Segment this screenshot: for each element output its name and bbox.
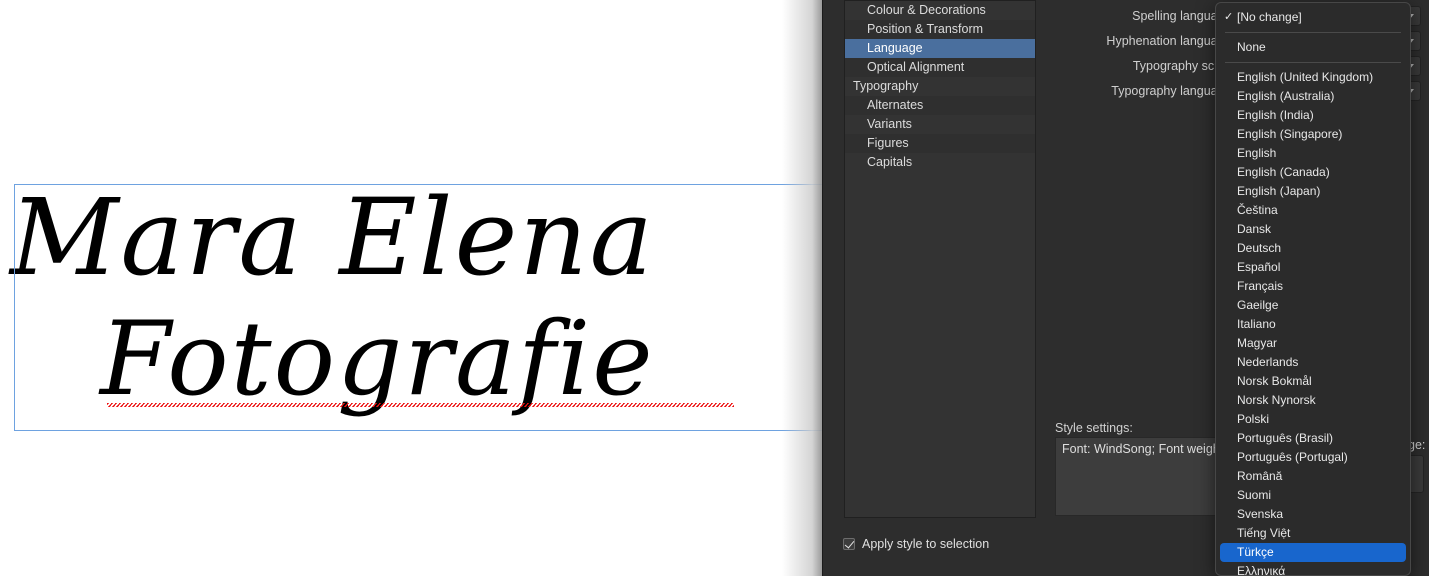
dropdown-item[interactable]: Italiano [1220, 315, 1406, 334]
dropdown-item[interactable]: English (Japan) [1220, 182, 1406, 201]
category-item-figures[interactable]: Figures [845, 134, 1035, 153]
dropdown-item[interactable]: Português (Brasil) [1220, 429, 1406, 448]
category-item-variants[interactable]: Variants [845, 115, 1035, 134]
dropdown-item[interactable]: Dansk [1220, 220, 1406, 239]
dropdown-item[interactable]: Português (Portugal) [1220, 448, 1406, 467]
dropdown-item[interactable]: [No change] [1220, 8, 1406, 27]
language-dropdown-menu[interactable]: [No change]NoneEnglish (United Kingdom)E… [1215, 2, 1411, 576]
dropdown-item[interactable]: Tiếng Việt [1220, 524, 1406, 543]
category-item-colour-decorations[interactable]: Colour & Decorations [845, 1, 1035, 20]
dropdown-item[interactable]: Türkçe [1220, 543, 1406, 562]
dropdown-item[interactable]: Español [1220, 258, 1406, 277]
dropdown-item[interactable]: Čeština [1220, 201, 1406, 220]
dropdown-item[interactable]: English (Australia) [1220, 87, 1406, 106]
apply-style-checkbox[interactable] [843, 538, 855, 550]
dropdown-item[interactable]: Suomi [1220, 486, 1406, 505]
apply-style-label: Apply style to selection [862, 537, 990, 551]
dropdown-item[interactable]: Norsk Nynorsk [1220, 391, 1406, 410]
dropdown-item[interactable]: Norsk Bokmål [1220, 372, 1406, 391]
category-list[interactable]: Colour & Decorations Position & Transform… [844, 0, 1036, 518]
category-item-optical-alignment[interactable]: Optical Alignment [845, 58, 1035, 77]
dropdown-item[interactable]: English (Singapore) [1220, 125, 1406, 144]
dropdown-item[interactable]: Polski [1220, 410, 1406, 429]
category-item-language[interactable]: Language [845, 39, 1035, 58]
dropdown-separator [1225, 32, 1401, 33]
style-settings-label: Style settings: [1055, 421, 1133, 435]
dropdown-item[interactable]: English (Canada) [1220, 163, 1406, 182]
document-canvas[interactable]: Mara Elena Fotografie [0, 0, 822, 576]
dropdown-item[interactable]: Română [1220, 467, 1406, 486]
apply-style-row[interactable]: Apply style to selection [843, 537, 989, 551]
category-item-capitals[interactable]: Capitals [845, 153, 1035, 172]
dropdown-item[interactable]: Français [1220, 277, 1406, 296]
text-frame-selection[interactable] [14, 184, 822, 431]
dropdown-item[interactable]: English (India) [1220, 106, 1406, 125]
dropdown-item[interactable]: Deutsch [1220, 239, 1406, 258]
app-root: Mara Elena Fotografie Colour & Decoratio… [0, 0, 1429, 576]
dropdown-item[interactable]: Gaeilge [1220, 296, 1406, 315]
dropdown-item[interactable]: Ελληνικά [1220, 562, 1406, 575]
dropdown-item[interactable]: Magyar [1220, 334, 1406, 353]
dropdown-item[interactable]: Svenska [1220, 505, 1406, 524]
dropdown-item[interactable]: English (United Kingdom) [1220, 68, 1406, 87]
dropdown-item[interactable]: None [1220, 38, 1406, 57]
category-item-typography[interactable]: Typography [845, 77, 1035, 96]
dropdown-separator [1225, 62, 1401, 63]
dropdown-item[interactable]: Nederlands [1220, 353, 1406, 372]
dropdown-item[interactable]: English [1220, 144, 1406, 163]
category-item-alternates[interactable]: Alternates [845, 96, 1035, 115]
category-item-position-transform[interactable]: Position & Transform [845, 20, 1035, 39]
